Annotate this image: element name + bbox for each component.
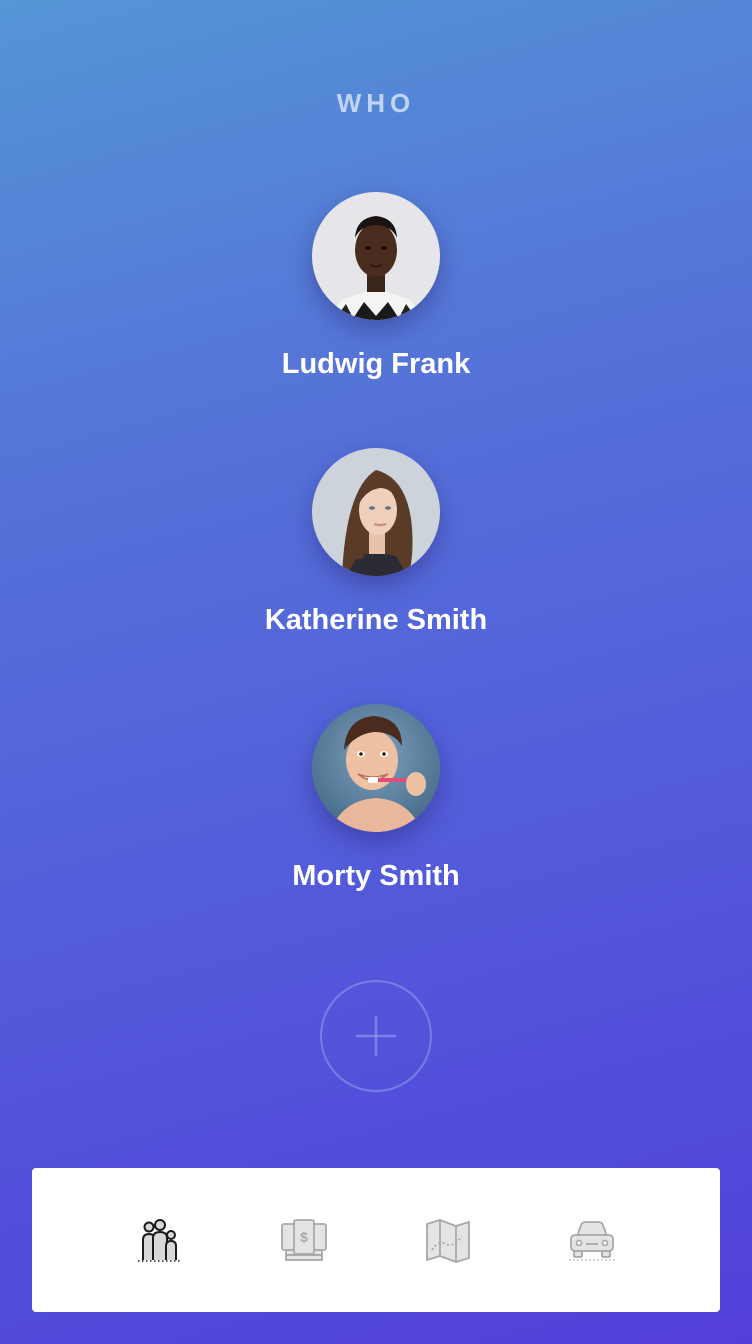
person-name: Morty Smith: [292, 860, 460, 892]
add-person-button[interactable]: [320, 980, 432, 1092]
svg-text:$: $: [300, 1229, 308, 1245]
person-card-katherine-smith[interactable]: Katherine Smith: [0, 448, 752, 637]
avatar[interactable]: [312, 192, 440, 320]
tab-map[interactable]: [420, 1212, 476, 1268]
avatar[interactable]: [312, 704, 440, 832]
person-card-morty-smith[interactable]: Morty Smith: [0, 704, 752, 893]
avatar-image: [312, 704, 440, 832]
family-icon: [138, 1219, 182, 1262]
avatar-image: [312, 192, 440, 320]
person-name: Katherine Smith: [264, 604, 488, 636]
map-icon: [426, 1219, 470, 1263]
person-card-ludwig-frank[interactable]: Ludwig Frank: [0, 192, 752, 381]
person-name: Ludwig Frank: [281, 348, 471, 380]
bottom-tab-bar: $: [32, 1168, 720, 1312]
page-title: WHO: [336, 88, 416, 118]
plus-icon: [356, 1016, 396, 1056]
avatar-image: [312, 448, 440, 576]
car-icon: [569, 1221, 615, 1261]
tab-money[interactable]: $: [276, 1212, 332, 1268]
money-icon: $: [281, 1219, 327, 1261]
tab-family[interactable]: [132, 1212, 188, 1268]
avatar[interactable]: [312, 448, 440, 576]
tab-car[interactable]: [564, 1212, 620, 1268]
